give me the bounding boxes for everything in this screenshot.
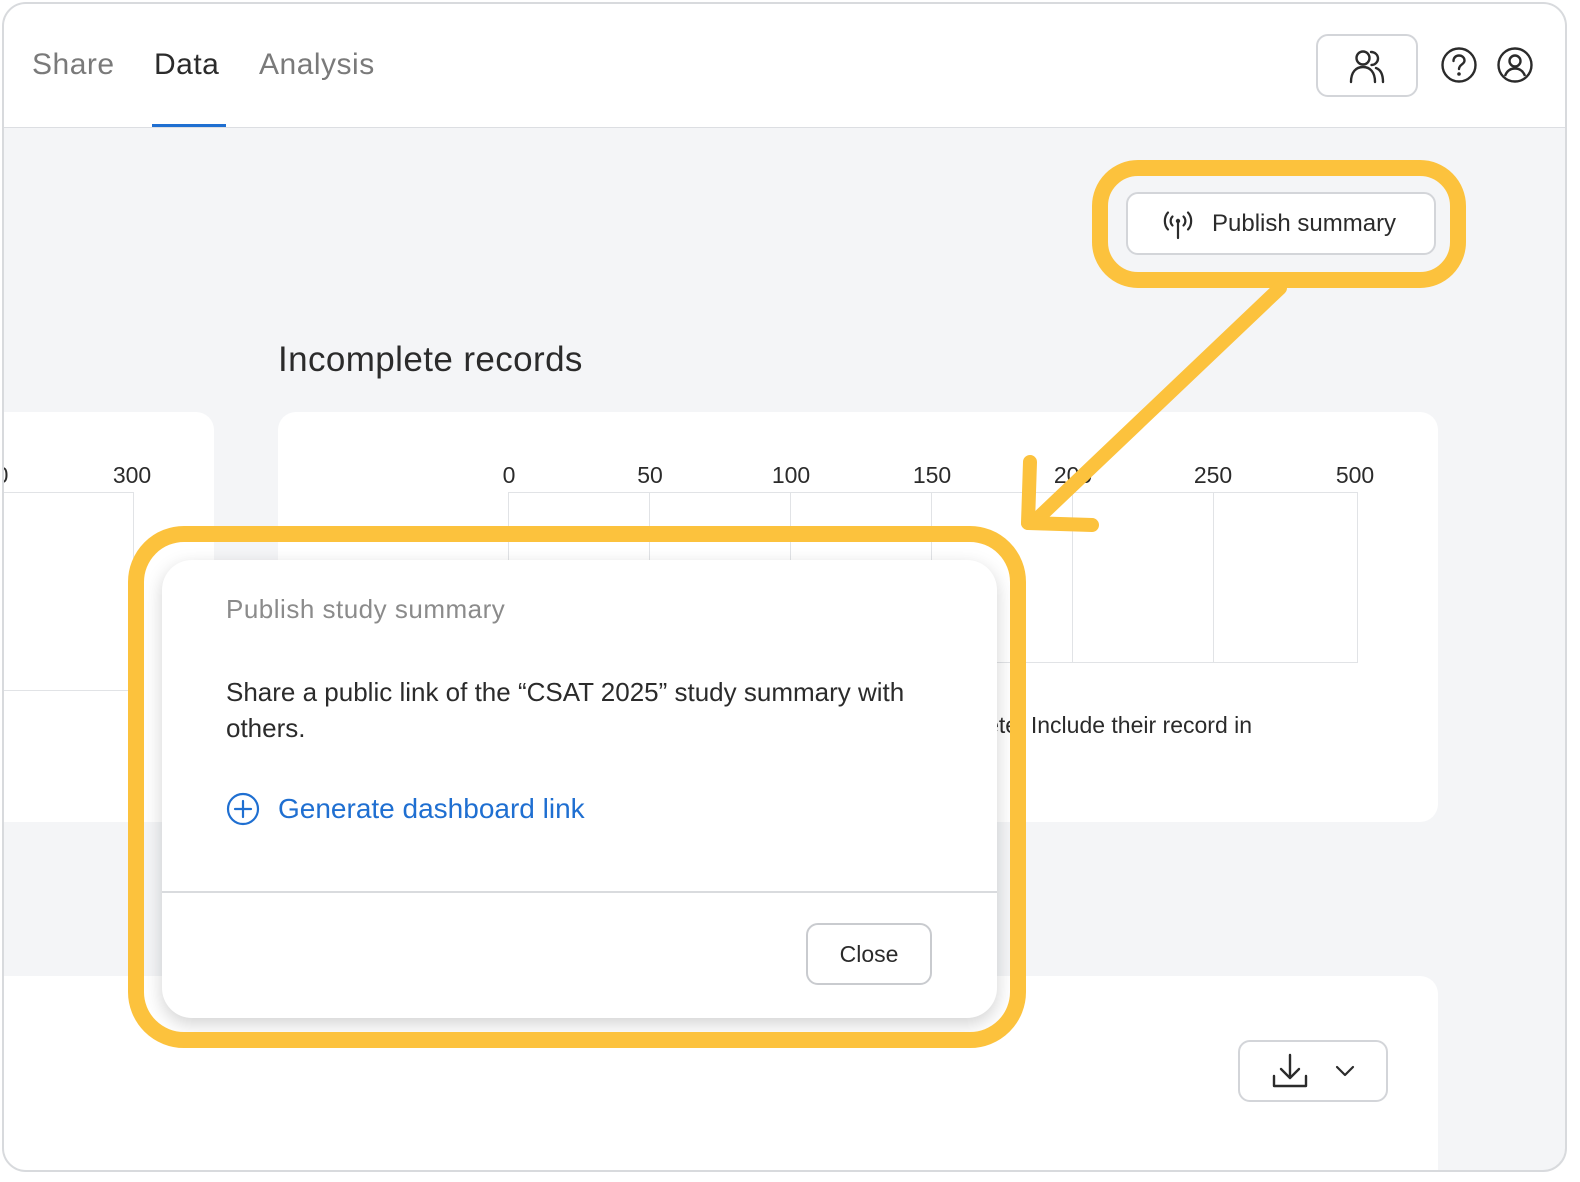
- app-window: Share Data Analysis Publish summary Inco…: [2, 2, 1567, 1172]
- broadcast-icon: [1163, 210, 1193, 239]
- chart-gridline: [133, 492, 134, 690]
- tick-label: 500: [1335, 462, 1375, 488]
- card-description: lete. Include their record in: [981, 712, 1253, 738]
- tick-label: 0: [4, 462, 8, 489]
- account-icon[interactable]: [1496, 46, 1534, 84]
- people-icon: [1349, 49, 1385, 83]
- generate-dashboard-link[interactable]: Generate dashboard link: [226, 792, 585, 826]
- close-button[interactable]: Close: [806, 923, 932, 985]
- active-tab-indicator: [152, 124, 226, 127]
- chart-gridline: [1072, 492, 1073, 662]
- tab-analysis[interactable]: Analysis: [259, 48, 375, 82]
- tick-label: 0: [502, 462, 516, 488]
- generate-dashboard-link-label: Generate dashboard link: [278, 793, 585, 824]
- top-bar: Share Data Analysis: [4, 4, 1565, 128]
- chart-gridline: [508, 492, 1358, 493]
- dialog-divider: [162, 891, 997, 893]
- tab-data[interactable]: Data: [154, 48, 219, 82]
- publish-summary-button[interactable]: Publish summary: [1126, 192, 1436, 255]
- download-icon: [1272, 1053, 1308, 1088]
- collaborators-button[interactable]: [1316, 34, 1418, 97]
- chart-gridline: [4, 690, 134, 691]
- plus-circle-icon: [226, 792, 260, 826]
- tab-share[interactable]: Share: [32, 48, 115, 82]
- section-title: Incomplete records: [278, 340, 583, 379]
- chevron-down-icon: [1335, 1065, 1355, 1077]
- chart-gridline: [1357, 492, 1358, 662]
- tick-label: 250: [1193, 462, 1233, 488]
- tick-label: 300: [112, 462, 152, 488]
- publish-summary-dialog: Publish study summary Share a public lin…: [162, 560, 997, 1018]
- chart-gridline: [4, 492, 134, 493]
- publish-summary-label: Publish summary: [1212, 209, 1397, 237]
- tick-label: 150: [912, 462, 952, 488]
- tick-label: 200: [1053, 462, 1093, 488]
- chart-gridline: [1213, 492, 1214, 662]
- download-menu-button[interactable]: [1238, 1040, 1388, 1102]
- tick-label: 50: [637, 462, 663, 488]
- dialog-title: Publish study summary: [226, 594, 506, 624]
- tick-label: 100: [771, 462, 811, 488]
- dialog-body: Share a public link of the “CSAT 2025” s…: [226, 677, 905, 743]
- help-icon[interactable]: [1440, 46, 1478, 84]
